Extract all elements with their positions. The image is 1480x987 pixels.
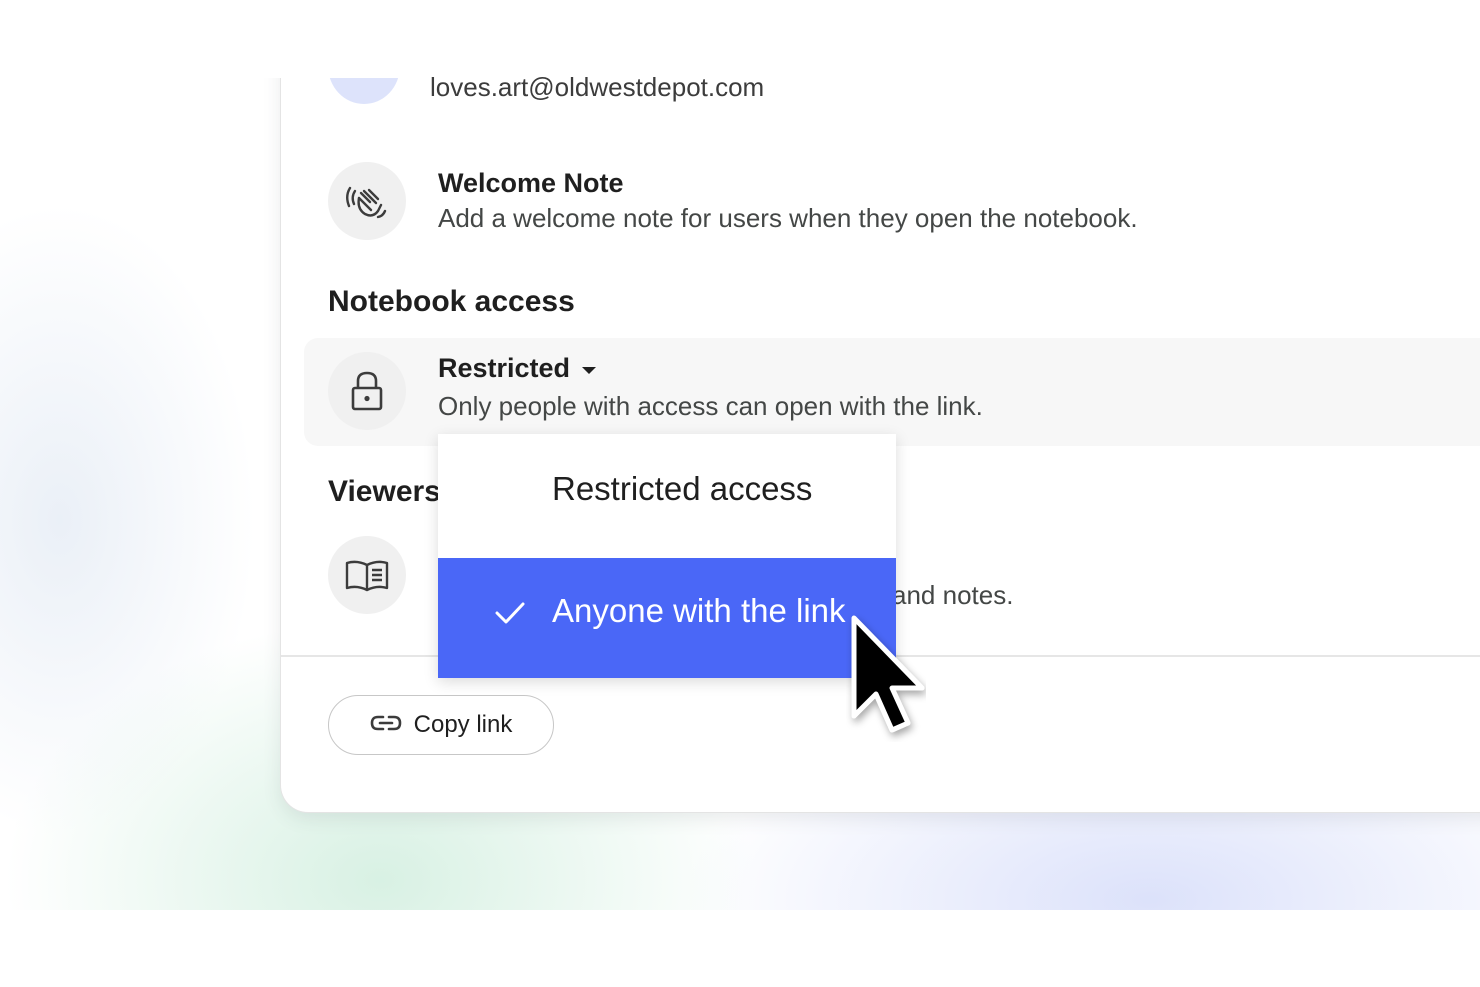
access-description: Only people with access can open with th… [438,391,983,421]
viewers-description: and notes. [892,580,1014,610]
menu-item-label: Anyone with the link [552,592,846,629]
caret-down-icon [582,367,597,374]
copy-link-button[interactable]: Copy link [328,695,554,755]
welcome-note-title: Welcome Note [438,168,624,198]
lock-icon [328,352,406,430]
link-icon [370,713,402,738]
open-book-icon [328,536,406,614]
menu-item-anyone-with-link[interactable]: Anyone with the link [438,558,896,678]
background-base [0,910,1480,987]
dialog-top-edge [0,0,1480,78]
waving-hand-icon [328,162,406,240]
access-dropdown[interactable]: Restricted [438,353,597,384]
welcome-note-description[interactable]: Add a welcome note for users when they o… [438,203,1138,234]
account-email: loves.art@oldwestdepot.com [430,72,765,102]
notebook-access-heading: Notebook access [328,285,575,318]
menu-item-restricted-access[interactable]: Restricted access [438,434,896,558]
mouse-pointer-icon [846,612,926,747]
checkmark-icon [494,600,526,631]
copy-link-label: Copy link [413,711,513,738]
access-dropdown-label: Restricted [438,353,571,383]
menu-item-label: Restricted access [552,470,813,507]
viewers-heading: Viewers [328,475,441,508]
access-options-menu: Restricted access Anyone with the link [438,434,896,678]
